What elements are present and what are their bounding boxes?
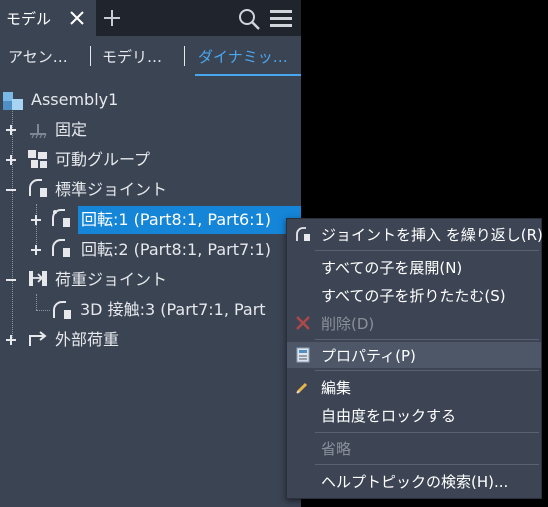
rotation-joint-icon (52, 239, 70, 257)
menu-item-edit[interactable]: 編集 (287, 374, 541, 400)
tree-item-rotation-1[interactable]: 回転:1 (Part8:1, Part6:1) (81, 206, 271, 234)
menu-separator (315, 432, 539, 433)
collapse-icon[interactable] (6, 275, 16, 285)
expand-icon[interactable] (6, 155, 16, 165)
subtab-assembly[interactable]: アセン… (8, 46, 68, 67)
menu-item-label: 編集 (321, 379, 352, 397)
menu-item-suppress[interactable]: 省略 (287, 435, 541, 461)
subtab-dynamic[interactable]: ダイナミッ… (198, 46, 288, 67)
menu-separator (315, 464, 539, 465)
joint-icon (296, 227, 310, 241)
tree-item-root[interactable]: Assembly1 (31, 86, 118, 114)
browser-subtabs: アセン… モデリ… ダイナミッ… (0, 36, 301, 78)
menu-item-label: プロパティ(P) (321, 347, 416, 365)
menu-item-label: 省略 (321, 440, 352, 458)
panel-titlebar: モデル (0, 0, 301, 36)
menu-item-collapse-all[interactable]: すべての子を折りたたむ(S) (287, 282, 541, 308)
menu-item-label: すべての子を折りたたむ(S) (321, 287, 506, 305)
tree-item-contact-3[interactable]: 3D 接触:3 (Part7:1, Part (80, 296, 266, 324)
add-tab-icon[interactable] (104, 10, 120, 26)
hamburger-menu-icon[interactable] (270, 9, 292, 28)
external-load-icon (29, 331, 47, 346)
tree-connector (36, 204, 37, 250)
expand-icon[interactable] (6, 335, 16, 345)
menu-item-label: ジョイントを挿入 を繰り返し(R) (321, 226, 543, 244)
menu-item-properties[interactable]: プロパティ(P) (287, 342, 541, 368)
menu-item-delete[interactable]: 削除(D) (287, 310, 541, 336)
tab-model-label: モデル (6, 10, 52, 28)
tree-item-fixed[interactable]: 固定 (55, 116, 87, 144)
close-icon[interactable] (70, 11, 84, 25)
standard-joint-icon (29, 179, 47, 197)
context-menu: ジョイントを挿入 を繰り返し(R) すべての子を展開(N) すべての子を折りたた… (286, 218, 543, 499)
tree-item-movable-group[interactable]: 可動グループ (55, 146, 150, 174)
pencil-icon (296, 382, 308, 394)
menu-item-label: ヘルプトピックの検索(H)... (321, 473, 509, 491)
expand-icon[interactable] (31, 215, 41, 225)
tree-connector (36, 310, 50, 311)
movable-group-icon (28, 150, 47, 168)
menu-item-label: すべての子を展開(N) (321, 259, 463, 277)
tab-model[interactable]: モデル (0, 0, 96, 36)
tree-item-standard-joint[interactable]: 標準ジョイント (55, 176, 167, 204)
subtab-divider (90, 46, 91, 66)
expand-icon[interactable] (31, 245, 41, 255)
browser-panel: モデル アセン… モデリ… ダイナミッ… Assembly1 固定 可動グループ… (0, 0, 301, 507)
tree-item-rotation-2[interactable]: 回転:2 (Part8:1, Part7:1) (81, 236, 271, 264)
subtab-modeling[interactable]: モデリ… (102, 46, 162, 67)
menu-item-expand-all[interactable]: すべての子を展開(N) (287, 254, 541, 280)
fixed-ground-icon (30, 124, 47, 139)
menu-item-repeat-insert-joint[interactable]: ジョイントを挿入 を繰り返し(R) (287, 221, 543, 247)
collapse-icon[interactable] (6, 185, 16, 195)
expand-icon[interactable] (6, 125, 16, 135)
assembly-icon (3, 92, 23, 110)
menu-item-label: 自由度をロックする (321, 407, 457, 425)
menu-item-help-search[interactable]: ヘルプトピックの検索(H)... (287, 468, 541, 494)
menu-item-label: 削除(D) (321, 315, 375, 333)
menu-separator (315, 339, 539, 340)
load-joint-icon (29, 271, 47, 286)
contact-joint-icon (53, 301, 71, 319)
tree-item-load-joint[interactable]: 荷重ジョイント (55, 266, 167, 294)
delete-icon (296, 316, 310, 330)
menu-item-lock-dof[interactable]: 自由度をロックする (287, 402, 541, 428)
subtab-divider (184, 46, 185, 66)
menu-separator (315, 370, 539, 371)
menu-separator (315, 250, 539, 251)
tree-connector (36, 294, 37, 310)
subtab-active-indicator (195, 74, 301, 76)
tree-item-external-load[interactable]: 外部荷重 (55, 326, 119, 354)
rotation-joint-icon (52, 209, 70, 227)
properties-icon (296, 347, 310, 363)
tree-connector (12, 108, 13, 340)
search-icon[interactable] (238, 8, 260, 30)
